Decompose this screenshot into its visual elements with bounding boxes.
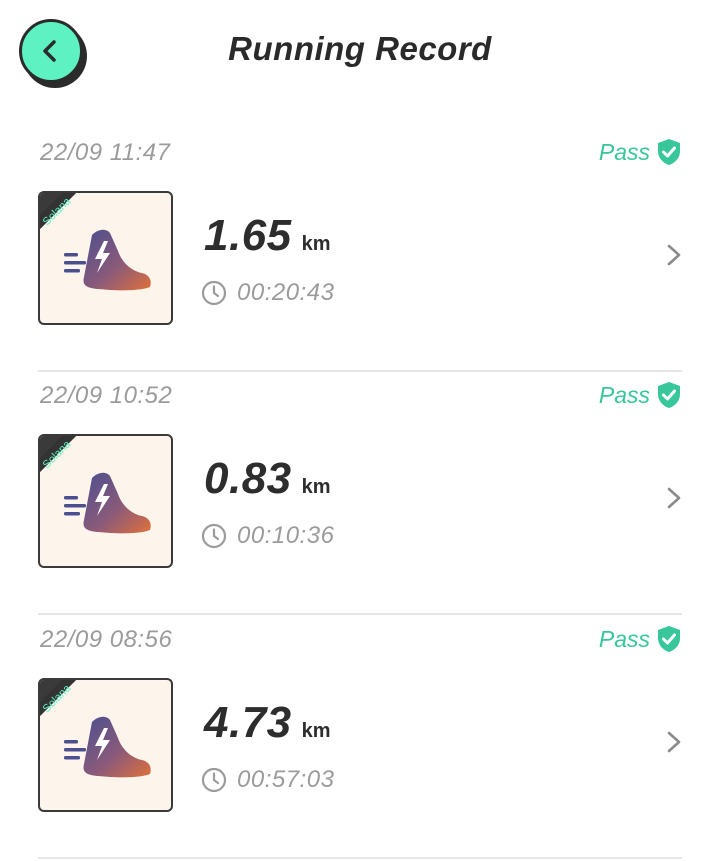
clock-icon [201, 280, 227, 306]
distance: 1.65 km [204, 211, 331, 261]
record-row[interactable]: 22/09 08:56 Pass Solana 4.73 km 00:57:03 [38, 616, 682, 859]
page-title: Running Record [228, 30, 492, 67]
status-badge: Pass [599, 380, 682, 410]
duration-value: 00:10:36 [237, 522, 335, 549]
record-datetime: 22/09 08:56 [40, 626, 173, 653]
distance: 0.83 km [204, 454, 331, 504]
status-label: Pass [598, 381, 650, 408]
record-row[interactable]: 22/09 10:52 Pass Solana 0.83 km 00:10:36 [38, 372, 682, 615]
run-thumbnail: Solana [38, 678, 173, 812]
status-badge: Pass [599, 137, 682, 167]
shield-check-icon [658, 382, 680, 408]
distance-unit: km [301, 720, 331, 742]
sneaker-icon: Solana [40, 436, 151, 534]
chevron-right-icon[interactable] [666, 730, 682, 754]
duration-value: 00:57:03 [237, 766, 335, 793]
sneaker-icon: Solana [40, 680, 151, 778]
sneaker-icon: Solana [40, 193, 151, 291]
duration-value: 00:20:43 [237, 279, 335, 306]
distance-unit: km [301, 233, 331, 255]
shield-check-icon [658, 139, 680, 165]
chevron-right-icon[interactable] [666, 486, 682, 510]
duration: 00:10:36 [201, 522, 334, 550]
status-badge: Pass [599, 624, 682, 654]
distance-value: 4.73 [204, 698, 292, 747]
duration: 00:57:03 [201, 766, 334, 794]
record-datetime: 22/09 10:52 [40, 382, 173, 409]
status-label: Pass [598, 138, 650, 165]
run-thumbnail: Solana [38, 191, 173, 325]
clock-icon [201, 523, 227, 549]
distance-value: 0.83 [204, 454, 292, 503]
status-label: Pass [598, 625, 650, 652]
header: Running Record [0, 0, 720, 110]
run-thumbnail: Solana [38, 434, 173, 568]
distance-value: 1.65 [204, 211, 292, 260]
clock-icon [201, 767, 227, 793]
distance: 4.73 km [204, 698, 331, 748]
shield-check-icon [658, 626, 680, 652]
record-row[interactable]: 22/09 11:47 Pass Solana 1.65 km 00:20:43 [38, 129, 682, 372]
chevron-right-icon[interactable] [666, 243, 682, 267]
record-datetime: 22/09 11:47 [40, 139, 171, 166]
distance-unit: km [301, 476, 331, 498]
duration: 00:20:43 [201, 279, 334, 307]
